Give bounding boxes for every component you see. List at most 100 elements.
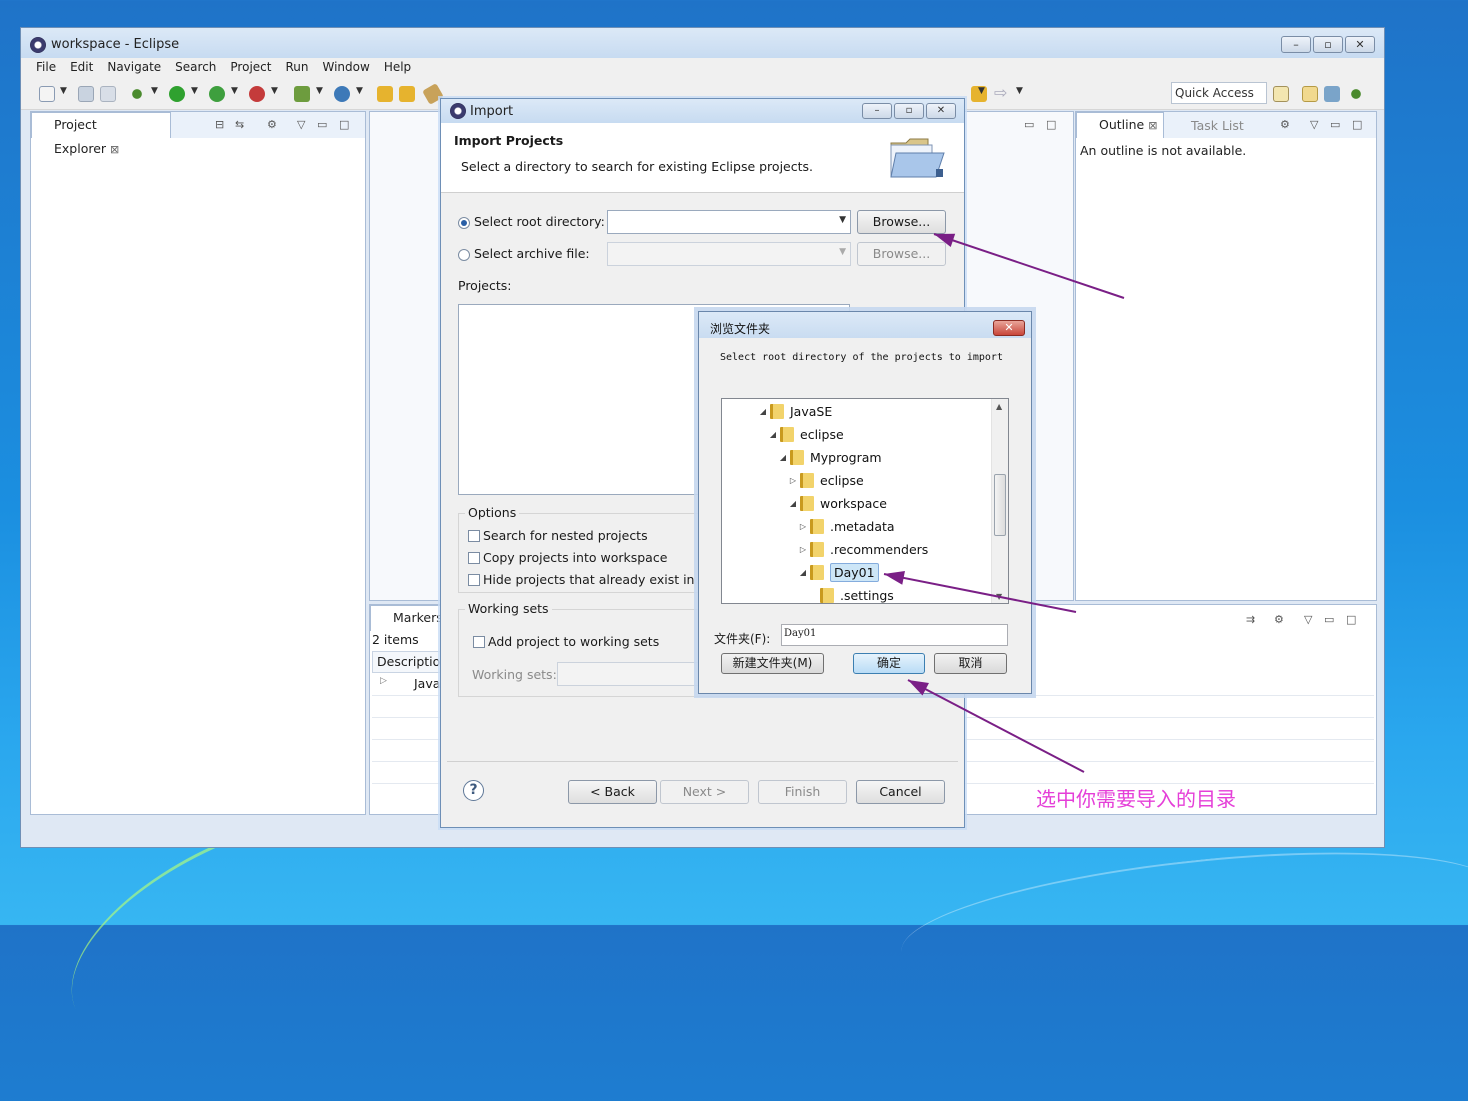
chevron-down-icon[interactable]: ▽ bbox=[297, 118, 305, 131]
tab-outline[interactable]: Outline ⊠ bbox=[1076, 112, 1164, 138]
marker-row-java[interactable]: Java bbox=[414, 676, 440, 691]
scroll-up-icon[interactable]: ▲ bbox=[996, 402, 1002, 411]
chevron-down-icon[interactable]: ▼ bbox=[316, 86, 323, 96]
view-menu-icon[interactable]: ⚙ bbox=[267, 118, 277, 131]
tree-item-settings[interactable]: .settings bbox=[808, 584, 894, 603]
next-button[interactable]: Next > bbox=[660, 780, 749, 804]
column-description[interactable]: Description bbox=[372, 651, 448, 673]
menu-edit[interactable]: Edit bbox=[63, 58, 100, 78]
menu-project[interactable]: Project bbox=[223, 58, 278, 78]
save-all-icon[interactable] bbox=[100, 86, 116, 102]
archive-file-radio[interactable] bbox=[458, 249, 470, 261]
chevron-down-icon[interactable]: ▽ bbox=[1310, 118, 1318, 131]
tree-item-eclipse[interactable]: ◢ eclipse bbox=[768, 423, 844, 445]
expand-icon[interactable]: ◢ bbox=[758, 407, 768, 416]
new-folder-button[interactable]: 新建文件夹(M) bbox=[721, 653, 824, 674]
close-button[interactable]: ✕ bbox=[993, 320, 1025, 336]
chevron-down-icon[interactable]: ▼ bbox=[151, 86, 158, 96]
tree-item-myprogram[interactable]: ◢ Myprogram bbox=[778, 446, 882, 468]
folder-tree[interactable]: ◢ JavaSE ◢ eclipse ◢ Myprogram ▷ eclipse ◢ wo… bbox=[721, 398, 1009, 604]
expand-icon[interactable]: ◢ bbox=[778, 453, 788, 462]
quick-access-field[interactable]: Quick Access bbox=[1171, 82, 1267, 104]
cancel-button[interactable]: 取消 bbox=[934, 653, 1007, 674]
chevron-down-icon[interactable]: ▼ bbox=[1016, 86, 1023, 96]
java-perspective-icon[interactable] bbox=[1302, 86, 1318, 102]
coverage-icon[interactable] bbox=[209, 86, 225, 102]
tab-project-explorer[interactable]: Project Explorer ⊠ bbox=[31, 112, 171, 156]
view-menu-icon[interactable]: ⚙ bbox=[1280, 118, 1290, 131]
maximize-button[interactable]: ▫ bbox=[1313, 36, 1343, 53]
expand-icon[interactable]: ▷ bbox=[798, 522, 808, 531]
hide-projects-checkbox[interactable] bbox=[468, 574, 480, 586]
minimize-button[interactable]: – bbox=[862, 103, 892, 119]
chevron-down-icon[interactable]: ▼ bbox=[271, 86, 278, 96]
tree-item-metadata[interactable]: ▷ .metadata bbox=[798, 515, 895, 537]
maximize-view-icon[interactable]: □ bbox=[339, 118, 349, 131]
tree-item-day01[interactable]: ◢ Day01 bbox=[798, 561, 879, 583]
copy-projects-checkbox[interactable] bbox=[468, 552, 480, 564]
chevron-down-icon[interactable]: ▼ bbox=[231, 86, 238, 96]
chevron-down-icon[interactable]: ▼ bbox=[60, 86, 67, 96]
view-menu-icon[interactable]: ⚙ bbox=[1274, 613, 1284, 626]
new-java-project-icon[interactable] bbox=[294, 86, 310, 102]
close-button[interactable]: ✕ bbox=[1345, 36, 1375, 53]
open-type-icon[interactable] bbox=[377, 86, 393, 102]
menu-run[interactable]: Run bbox=[278, 58, 315, 78]
maximize-view-icon[interactable]: □ bbox=[1352, 118, 1362, 131]
maximize-view-icon[interactable]: □ bbox=[1046, 118, 1056, 131]
tree-item-eclipse-sub[interactable]: ▷ eclipse bbox=[788, 469, 864, 491]
menu-search[interactable]: Search bbox=[168, 58, 223, 78]
new-class-icon[interactable] bbox=[334, 86, 350, 102]
scroll-thumb[interactable] bbox=[994, 474, 1006, 536]
scroll-down-icon[interactable]: ▼ bbox=[996, 592, 1002, 601]
archive-file-combo[interactable]: ▼ bbox=[607, 242, 851, 266]
expand-icon[interactable]: ▷ bbox=[380, 676, 387, 686]
debug-perspective-icon[interactable] bbox=[1348, 86, 1364, 102]
chevron-down-icon[interactable]: ▼ bbox=[978, 86, 985, 96]
root-directory-radio[interactable] bbox=[458, 217, 470, 229]
expand-icon[interactable]: ◢ bbox=[768, 430, 778, 439]
close-button[interactable]: ✕ bbox=[926, 103, 956, 119]
expand-icon[interactable]: ◢ bbox=[788, 499, 798, 508]
search-nested-checkbox[interactable] bbox=[468, 530, 480, 542]
minimize-view-icon[interactable]: ▭ bbox=[1024, 118, 1034, 131]
expand-icon[interactable]: ▷ bbox=[798, 545, 808, 554]
ok-button[interactable]: 确定 bbox=[853, 653, 925, 674]
chevron-down-icon[interactable]: ▽ bbox=[1304, 613, 1312, 626]
debug-icon[interactable] bbox=[129, 86, 145, 102]
minimize-view-icon[interactable]: ▭ bbox=[1330, 118, 1340, 131]
chevron-down-icon[interactable]: ▼ bbox=[191, 86, 198, 96]
help-icon[interactable]: ? bbox=[463, 780, 484, 801]
new-icon[interactable] bbox=[39, 86, 55, 102]
close-icon[interactable]: ⊠ bbox=[1148, 119, 1157, 132]
tree-item-recommenders[interactable]: ▷ .recommenders bbox=[798, 538, 928, 560]
nav-forward-icon[interactable]: ⇨ bbox=[994, 85, 1010, 102]
tree-scrollbar[interactable]: ▲ ▼ bbox=[991, 399, 1008, 603]
expand-icon[interactable]: ▷ bbox=[788, 476, 798, 485]
back-button[interactable]: < Back bbox=[568, 780, 657, 804]
minimize-view-icon[interactable]: ▭ bbox=[317, 118, 327, 131]
maximize-view-icon[interactable]: □ bbox=[1346, 613, 1356, 626]
save-icon[interactable] bbox=[78, 86, 94, 102]
link-editor-icon[interactable]: ⇆ bbox=[235, 118, 244, 131]
root-directory-combo[interactable]: ▼ bbox=[607, 210, 851, 234]
folder-field[interactable]: Day01 bbox=[781, 624, 1008, 646]
tree-item-workspace[interactable]: ◢ workspace bbox=[788, 492, 887, 514]
add-working-set-checkbox[interactable] bbox=[473, 636, 485, 648]
tree-item-javase[interactable]: ◢ JavaSE bbox=[758, 400, 832, 422]
menu-help[interactable]: Help bbox=[377, 58, 418, 78]
menu-window[interactable]: Window bbox=[315, 58, 376, 78]
java-browsing-perspective-icon[interactable] bbox=[1324, 86, 1340, 102]
minimize-button[interactable]: – bbox=[1281, 36, 1311, 53]
browse-archive-button[interactable]: Browse... bbox=[857, 242, 946, 266]
menu-file[interactable]: File bbox=[29, 58, 63, 78]
close-icon[interactable]: ⊠ bbox=[110, 143, 119, 156]
external-tools-icon[interactable] bbox=[249, 86, 265, 102]
finish-button[interactable]: Finish bbox=[758, 780, 847, 804]
minimize-view-icon[interactable]: ▭ bbox=[1324, 613, 1334, 626]
cancel-button[interactable]: Cancel bbox=[856, 780, 945, 804]
menu-navigate[interactable]: Navigate bbox=[100, 58, 168, 78]
chevron-down-icon[interactable]: ▼ bbox=[839, 215, 846, 225]
maximize-button[interactable]: ▫ bbox=[894, 103, 924, 119]
open-folder-icon[interactable] bbox=[399, 86, 415, 102]
